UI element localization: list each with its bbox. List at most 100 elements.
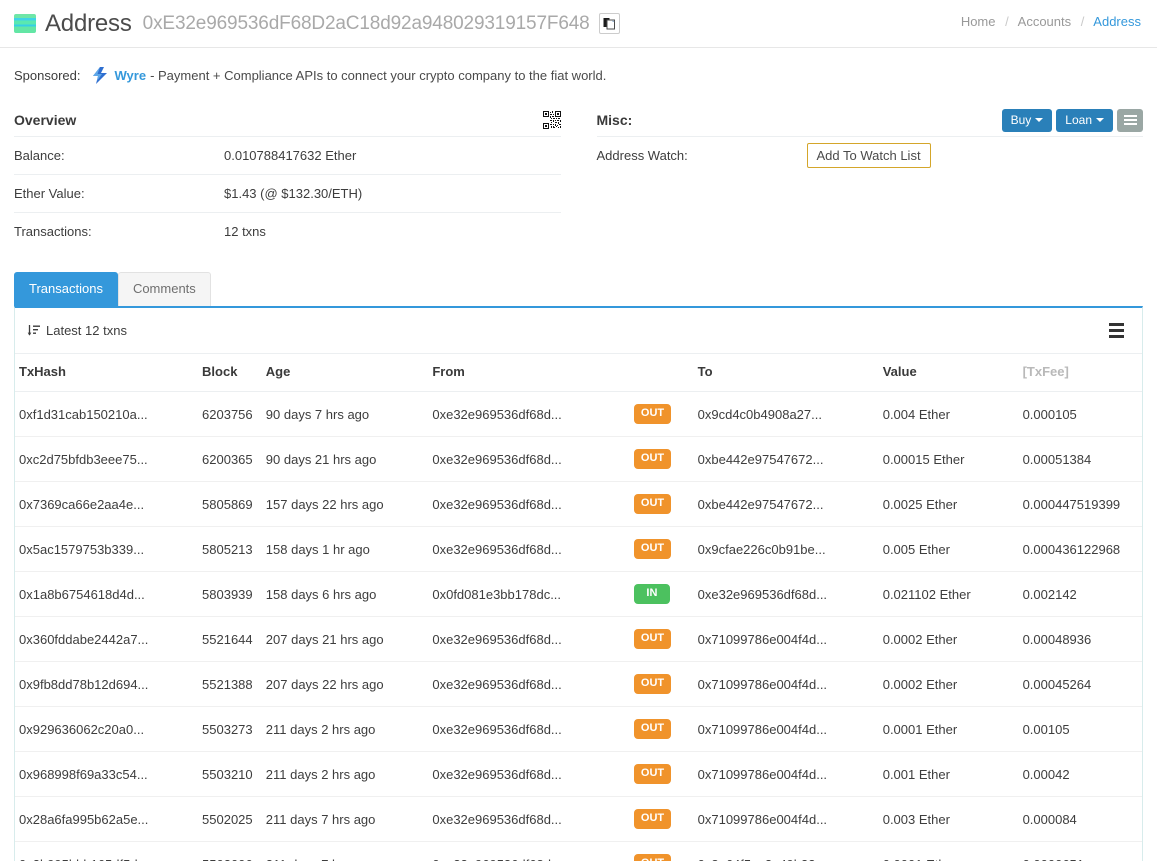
cell-txhash[interactable]: 0x929636062c20a0... xyxy=(15,706,199,752)
cell-to[interactable]: 0x71099786e004f4d... xyxy=(693,751,879,797)
transactions-panel: Latest 12 txns TxHash Block Age From To … xyxy=(14,306,1143,861)
direction-badge-out: OUT xyxy=(633,629,672,650)
hamburger-menu-icon xyxy=(1123,123,1137,125)
cell-from: 0xe32e969536df68d... xyxy=(428,661,630,707)
table-row: 0x2b995bbb165df5d...5502006211 days 7 hr… xyxy=(15,841,1142,861)
misc-menu-button[interactable] xyxy=(1117,108,1143,132)
table-row: 0x360fddabe2442a7... 5521644 207 days 21 h… xyxy=(15,616,1142,662)
transactions-table: TxHash Block Age From To Value [TxFee] 0… xyxy=(15,354,1142,861)
cell-from: 0xe32e969536df68d... xyxy=(432,406,562,422)
direction-badge-out: OUT xyxy=(633,854,672,861)
cell-txhash[interactable]: 0x2b995bbb165df5d... xyxy=(15,841,199,861)
wyre-logo-icon xyxy=(92,67,108,84)
cell-block[interactable]: 5502006 xyxy=(198,841,262,861)
table-row: 0xf1d31cab150210a... 6203756 90 days 7 hrs… xyxy=(15,392,1142,437)
cell-to[interactable]: 0x8a64f5ec2e49b33... xyxy=(693,841,879,861)
cell-txhash[interactable]: 0x968998f69a33c54... xyxy=(15,751,199,797)
overview-value: $1.43 (@ $132.30/ETH) xyxy=(224,186,363,201)
cell-to[interactable]: 0xbe442e97547672... xyxy=(693,436,879,482)
cell-txfee: 0.00105 xyxy=(1018,706,1142,752)
cell-to[interactable]: 0x71099786e004f4d... xyxy=(693,796,879,842)
table-header-row: TxHash Block Age From To Value [TxFee] xyxy=(15,354,1142,393)
cell-to[interactable]: 0x9cfae226c0b91be... xyxy=(693,526,879,572)
wyre-link[interactable]: Wyre xyxy=(115,68,147,83)
hamburger-menu-icon xyxy=(1123,115,1137,117)
cell-block[interactable]: 5803939 xyxy=(198,571,262,617)
cell-age: 211 days 2 hrs ago xyxy=(261,706,429,752)
summary-panels: Overview Balance: 0.010788417632 Ether E… xyxy=(0,104,1157,250)
sort-descending-icon[interactable] xyxy=(27,324,40,337)
table-body: 0xf1d31cab150210a... 6203756 90 days 7 hrs… xyxy=(15,392,1142,861)
overview-title: Overview xyxy=(14,112,77,128)
hamburger-menu-icon xyxy=(1123,119,1137,121)
cell-direction: OUT xyxy=(630,392,694,437)
table-header: TxHash Block Age From To Value [TxFee] xyxy=(15,354,1142,393)
cell-txfee: 0.000105 xyxy=(1022,406,1077,422)
overview-row-ether-value: Ether Value: $1.43 (@ $132.30/ETH) xyxy=(14,174,561,212)
copy-address-button[interactable] xyxy=(598,13,620,34)
cell-direction: OUT xyxy=(629,751,694,797)
cell-block[interactable]: 6200365 xyxy=(198,436,262,482)
cell-from: 0xe32e969536df68d... xyxy=(428,706,630,752)
column-header-value: Value xyxy=(878,354,1019,393)
cell-from[interactable]: 0x0fd081e3bb178dc... xyxy=(428,571,630,617)
cell-txhash[interactable]: 0x9fb8dd78b12d694... xyxy=(15,661,199,707)
cell-block[interactable]: 5502025 xyxy=(198,796,262,842)
address-watch-label: Address Watch: xyxy=(596,148,688,163)
sponsored-text: - Payment + Compliance APIs to connect y… xyxy=(150,68,607,83)
buy-button[interactable]: Buy xyxy=(1001,108,1053,132)
cell-txhash[interactable]: 0x5ac1579753b339... xyxy=(15,526,199,572)
cell-to[interactable]: 0x9cd4c0b4908a27... xyxy=(694,392,879,437)
cell-block[interactable]: 5805869 xyxy=(198,481,262,527)
cell-block[interactable]: 5521388 xyxy=(198,661,262,707)
direction-badge-out: OUT xyxy=(633,809,672,830)
cell-txfee: 0.00051384 xyxy=(1018,436,1142,482)
add-to-watch-list-button[interactable]: Add To Watch List xyxy=(806,142,931,169)
qr-code-icon[interactable] xyxy=(542,111,561,129)
tab-comments[interactable]: Comments xyxy=(117,272,211,307)
cell-txhash[interactable]: 0xf1d31cab150210a... xyxy=(15,392,198,437)
loan-button[interactable]: Loan xyxy=(1056,108,1113,132)
cell-block[interactable]: 5805213 xyxy=(198,526,262,572)
cell-txhash[interactable]: 0x7369ca66e2aa4e... xyxy=(15,481,199,527)
cell-to[interactable]: 0x71099786e004f4d... xyxy=(693,661,879,707)
cell-block[interactable]: 6203756 xyxy=(198,392,262,437)
breadcrumb-accounts[interactable]: Accounts xyxy=(1018,14,1071,29)
cell-block[interactable]: 5503210 xyxy=(198,751,262,797)
breadcrumb-separator-1: / xyxy=(1005,14,1009,29)
overview-value: 12 txns xyxy=(224,224,266,239)
cell-value: 0.0002 Ether xyxy=(878,616,1019,662)
copy-icon xyxy=(603,18,615,30)
overview-key: Transactions: xyxy=(14,224,92,239)
cell-block[interactable]: 5521644 xyxy=(198,616,262,662)
cell-block[interactable]: 5503273 xyxy=(198,706,262,752)
cell-txfee: 0.00042 xyxy=(1018,751,1142,797)
cell-age: 211 days 7 hrs ago xyxy=(261,841,429,861)
buy-button-label: Buy xyxy=(1010,112,1032,127)
misc-title: Misc: xyxy=(596,112,633,128)
cell-txhash[interactable]: 0xc2d75bfdb3eee75... xyxy=(15,436,199,482)
cell-txhash[interactable]: 0x28a6fa995b62a5e... xyxy=(15,796,199,842)
tab-transactions[interactable]: Transactions xyxy=(14,272,118,307)
direction-badge-out: OUT xyxy=(633,449,672,470)
direction-badge-out: OUT xyxy=(633,764,672,785)
cell-direction: IN xyxy=(629,571,694,617)
transactions-toolbar: Latest 12 txns xyxy=(15,308,1142,355)
breadcrumb-home[interactable]: Home xyxy=(961,14,996,29)
direction-badge-out: OUT xyxy=(633,404,672,425)
cell-age: 207 days 22 hrs ago xyxy=(261,661,429,707)
cell-to: 0xe32e969536df68d... xyxy=(693,571,879,617)
direction-badge-in: IN xyxy=(633,584,670,605)
table-row: 0x1a8b6754618d4d... 5803939 158 days 6 hrs… xyxy=(15,571,1142,617)
cell-txhash[interactable]: 0x1a8b6754618d4d... xyxy=(15,571,199,617)
cell-txhash[interactable]: 0x360fddabe2442a7... xyxy=(15,616,199,662)
list-options-icon[interactable] xyxy=(1107,321,1126,340)
cell-direction: OUT xyxy=(629,436,694,482)
menu-line xyxy=(1109,323,1124,327)
cell-to[interactable]: 0xbe442e97547672... xyxy=(693,481,879,527)
column-header-to: To xyxy=(693,354,879,393)
cell-to[interactable]: 0x71099786e004f4d... xyxy=(693,706,879,752)
cell-txfee: 0.00045264 xyxy=(1018,661,1142,707)
cell-direction: OUT xyxy=(629,661,694,707)
cell-to[interactable]: 0x71099786e004f4d... xyxy=(693,616,879,662)
